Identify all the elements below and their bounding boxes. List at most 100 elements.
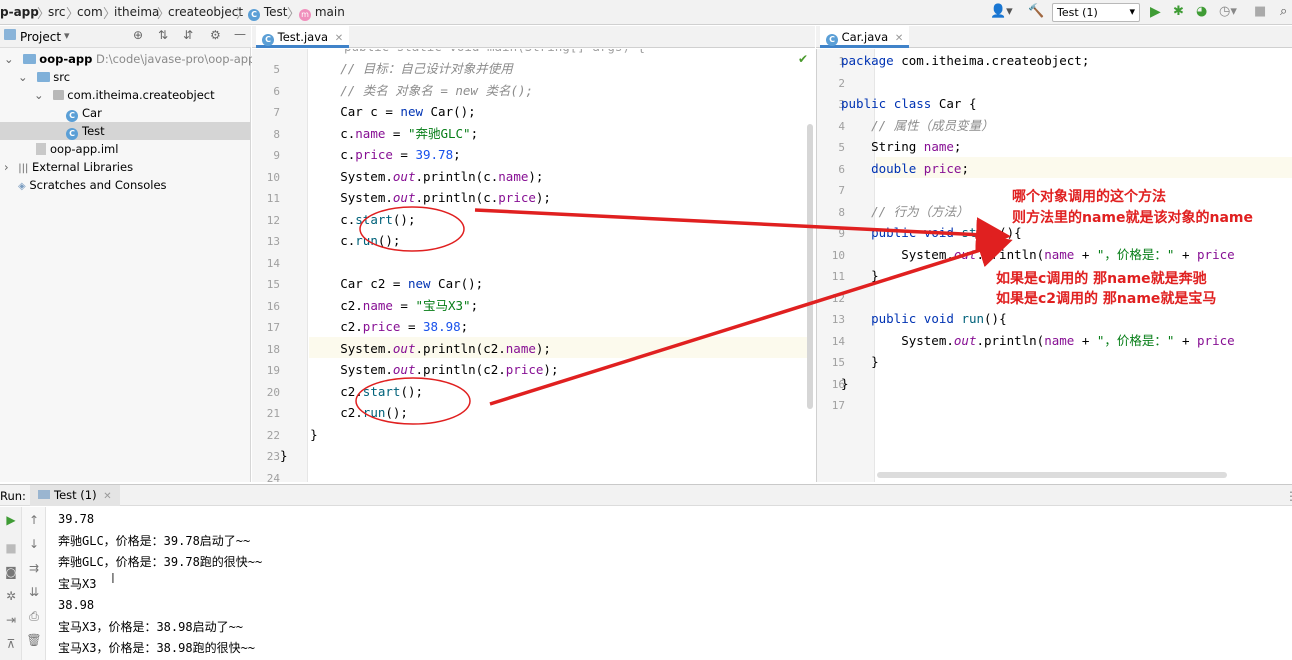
hide-icon[interactable]: — [234,27,246,41]
breadcrumb-itheima[interactable]: itheima [114,5,159,19]
module-folder-icon [23,54,37,64]
close-icon[interactable]: ✕ [335,33,343,44]
run-configuration-select[interactable]: Test (1) ▾ [1052,3,1140,22]
project-title[interactable]: Project [20,30,61,44]
run-tab-label: Test (1) [54,488,97,502]
trash-icon[interactable]: 🗑 [23,633,45,647]
chevron-down-icon[interactable]: ⌄ [34,88,44,102]
tab-label: Car.java [841,30,889,44]
libraries-icon: ||| [18,163,29,174]
collapse-all-icon[interactable]: ⇅ [158,28,168,42]
chevron-down-icon[interactable]: ⌄ [18,70,28,84]
coverage-icon[interactable]: ◕ [1196,4,1207,20]
stop-icon[interactable]: ■ [1254,4,1266,20]
breadcrumb-com[interactable]: com [77,5,103,19]
line-number: 19 [266,364,280,377]
code-line: String name; [841,139,962,154]
code-line: c2.name = "宝马X3"; [280,297,479,313]
user-icon[interactable]: 👤▾ [990,4,1013,20]
scratches-icon: ◈ [18,181,26,192]
console-line: 39.78 [58,512,95,526]
line-number: 7 [273,106,280,119]
code-line: double price; [871,160,969,176]
scroll-to-end-icon[interactable]: ⇊ [23,585,45,599]
close-icon[interactable]: ✕ [895,33,903,44]
stop-icon[interactable]: ■ [0,541,22,555]
right-code-editor[interactable]: 1 package com.itheima.createobject; 2 3 publ… [816,49,1292,482]
code-line: c2.price = 38.98; [280,319,469,334]
code-line: c.start(); [280,211,416,227]
debug-icon[interactable]: ✱ [1173,4,1184,20]
breadcrumb-src[interactable]: src [48,5,66,19]
tree-label: Test [82,124,105,138]
chevron-down-icon[interactable]: ▾ [64,29,70,42]
line-number: 14 [266,256,280,270]
run-toolbar-left: ▶ ■ ◙ ✲ ⇥ ⊼ [0,507,22,660]
breadcrumb-main[interactable]: m main [299,5,345,21]
left-code-editor[interactable]: public static void main(String[] args) {… [252,49,815,482]
breadcrumb-project[interactable]: p-app [0,5,39,19]
search-icon[interactable]: ⌕ [1280,4,1287,20]
line-number: 18 [266,342,280,356]
breadcrumb-main-label: main [314,5,345,19]
build-hammer-icon[interactable]: 🔨 [1028,4,1044,20]
line-number: 16 [266,299,280,313]
tree-label: oop-app [39,52,93,66]
code-line: c.run(); [280,233,401,248]
more-icon[interactable]: ⋮ [1285,489,1292,503]
left-editor-tabs: C Test.java ✕ [252,26,815,48]
settings-icon[interactable]: ✲ [0,589,22,603]
tree-item-test[interactable]: C Test [0,122,250,140]
right-editor-tabs: C Car.java ✕ [816,26,1292,48]
tree-item-car[interactable]: C Car [0,104,250,122]
tree-item-oop-app[interactable]: ⌄ oop-app D:\code\javase-pro\oop-app [0,50,255,68]
console-line: 奔驰GLC，价格是：39.78跑的很快~~ [58,555,263,569]
code-line: Car c = new Car(); [280,104,476,119]
arrow-up-icon[interactable]: ↑ [23,513,45,527]
class-icon: C [262,34,274,46]
tree-item-iml[interactable]: oop-app.iml [0,140,250,158]
breadcrumb-test[interactable]: C Test [248,5,287,21]
text-cursor-icon: I [111,572,115,587]
profile-icon[interactable]: ◷▾ [1219,4,1237,20]
locate-icon[interactable]: ⊕ [133,28,143,42]
run-icon[interactable]: ▶ [1150,4,1161,20]
close-icon[interactable]: ✕ [103,491,111,502]
tab-test-java[interactable]: C Test.java ✕ [256,26,350,48]
code-line: System.out.println(c.name); [280,168,544,184]
console-line: 奔驰GLC，价格是：39.78启动了~~ [58,533,251,548]
line-number: 8 [273,127,280,141]
print-icon[interactable]: ⎙ [23,609,45,624]
tree-item-src[interactable]: ⌄ src [0,68,250,86]
annotation-note: 哪个对象调用的这个方法 [1012,189,1166,205]
tab-run-test[interactable]: Test (1) ✕ [30,485,120,506]
run-configuration-label: Test (1) [1057,6,1098,19]
arrow-down-icon[interactable]: ↓ [23,537,45,551]
horizontal-scrollbar[interactable] [877,472,1227,478]
exit-icon[interactable]: ⇥ [0,613,22,627]
pin-icon[interactable]: ⊼ [0,637,22,651]
tree-label: oop-app.iml [50,142,119,156]
rerun-icon[interactable]: ▶ [0,513,22,527]
tree-item-scratches[interactable]: ◈ Scratches and Consoles [0,176,250,194]
camera-icon[interactable]: ◙ [0,565,22,579]
gear-icon[interactable]: ⚙ [210,28,221,42]
breadcrumb-createobject[interactable]: createobject [168,5,243,19]
run-toolbar-right: ↑ ↓ ⇉ ⇊ ⎙ 🗑 [22,507,46,660]
tab-label: Test.java [277,30,329,44]
chevron-down-icon[interactable]: ⌄ [4,52,14,66]
tree-item-package[interactable]: ⌄ com.itheima.createobject [0,86,250,104]
expand-icon[interactable]: ⇵ [183,28,193,42]
run-label: Run: [0,489,26,503]
chevron-right-icon[interactable]: › [4,160,9,174]
tab-car-java[interactable]: C Car.java ✕ [820,26,910,48]
soft-wrap-icon[interactable]: ⇉ [23,561,45,575]
line-number: 24 [266,471,280,483]
iml-file-icon [36,143,46,155]
navigation-bar: p-app 〉 src 〉 com 〉 itheima 〉 createobje… [0,0,1292,25]
method-icon: m [299,9,311,21]
tree-item-external-libraries[interactable]: › ||| External Libraries [0,158,250,176]
project-icon [4,29,16,40]
code-line: } [841,375,849,391]
editor-scrollbar[interactable] [807,124,813,409]
